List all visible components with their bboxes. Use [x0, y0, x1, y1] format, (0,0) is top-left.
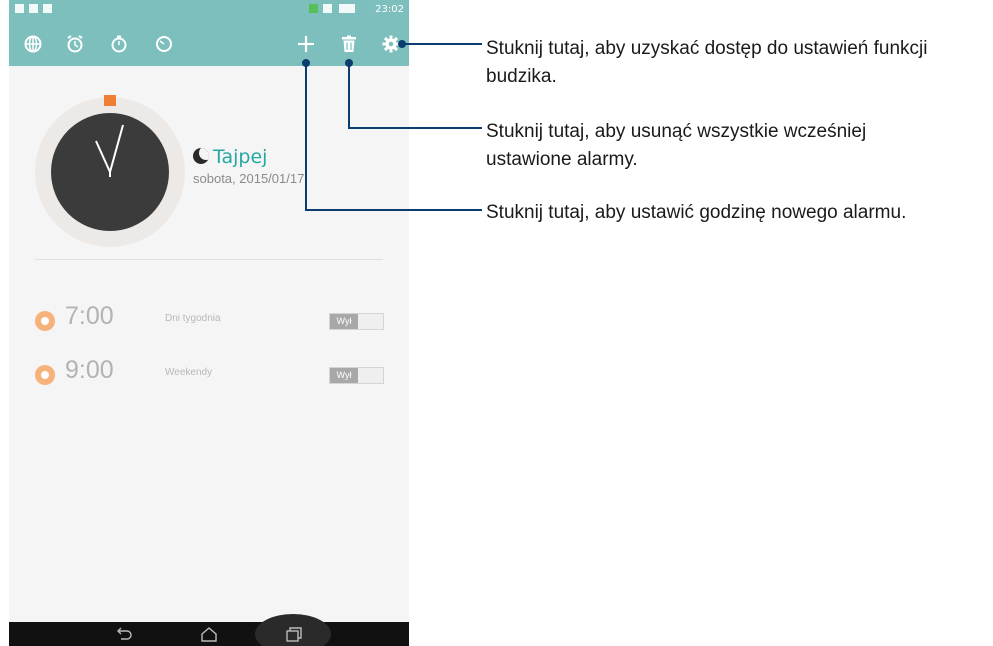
back-icon[interactable]: [115, 626, 133, 642]
alarm-label: Weekendy: [165, 367, 213, 378]
alarm-icon[interactable]: [66, 35, 84, 53]
delete-icon[interactable]: [340, 35, 358, 53]
home-icon[interactable]: [200, 626, 218, 642]
toggle-label: Wył: [330, 368, 358, 383]
clock-hands: [95, 124, 124, 177]
stopwatch-icon[interactable]: [110, 35, 128, 53]
divider: [35, 259, 383, 260]
status-time: 23:02: [375, 4, 404, 15]
callout-settings: Stuknij tutaj, aby uzyskać dostęp do ust…: [486, 38, 928, 87]
add-icon[interactable]: [297, 35, 315, 53]
navigation-bar: [9, 614, 409, 646]
clock-face: [51, 113, 169, 231]
leader-line-delete-horizontal: [348, 127, 482, 129]
city-label: Tajpej: [193, 146, 267, 168]
toggle-label: Wył: [330, 314, 358, 329]
alarm-row[interactable]: 7:00 Dni tygodnia Wył: [35, 302, 385, 338]
signal-icon: [323, 4, 332, 13]
alarm-row[interactable]: 9:00 Weekendy Wył: [35, 356, 385, 392]
sim-icon: [29, 4, 38, 13]
date-text: sobota, 2015/01/17: [193, 171, 305, 186]
status-bar: 23:02: [9, 0, 409, 22]
clock-marker: [104, 95, 116, 106]
leader-line-add-vertical: [305, 63, 307, 210]
alarm-time: 9:00: [65, 356, 114, 384]
battery-icon: [339, 4, 355, 13]
recent-apps-icon[interactable]: [285, 626, 303, 642]
city-name: Tajpej: [213, 146, 268, 168]
alarm-toggle[interactable]: Wył: [329, 367, 384, 384]
alarm-time: 7:00: [65, 302, 114, 330]
message-icon: [43, 4, 52, 13]
alarm-toggle[interactable]: Wył: [329, 313, 384, 330]
leader-line-settings: [402, 43, 482, 45]
network-icon: [309, 4, 318, 13]
leader-line-delete-vertical: [348, 63, 350, 128]
world-clock-icon[interactable]: [24, 35, 42, 53]
calendar-icon: [15, 4, 24, 13]
analog-clock: [35, 95, 185, 247]
callout-delete: Stuknij tutaj, aby usunąć wszystkie wcze…: [486, 121, 867, 170]
moon-icon: [193, 148, 209, 164]
sun-icon: [35, 311, 55, 331]
callout-add: Stuknij tutaj, aby ustawić godzinę noweg…: [486, 202, 907, 223]
sun-icon: [35, 365, 55, 385]
alarm-label: Dni tygodnia: [165, 313, 221, 324]
leader-line-add-horizontal: [305, 209, 482, 211]
timer-icon[interactable]: [155, 35, 173, 53]
